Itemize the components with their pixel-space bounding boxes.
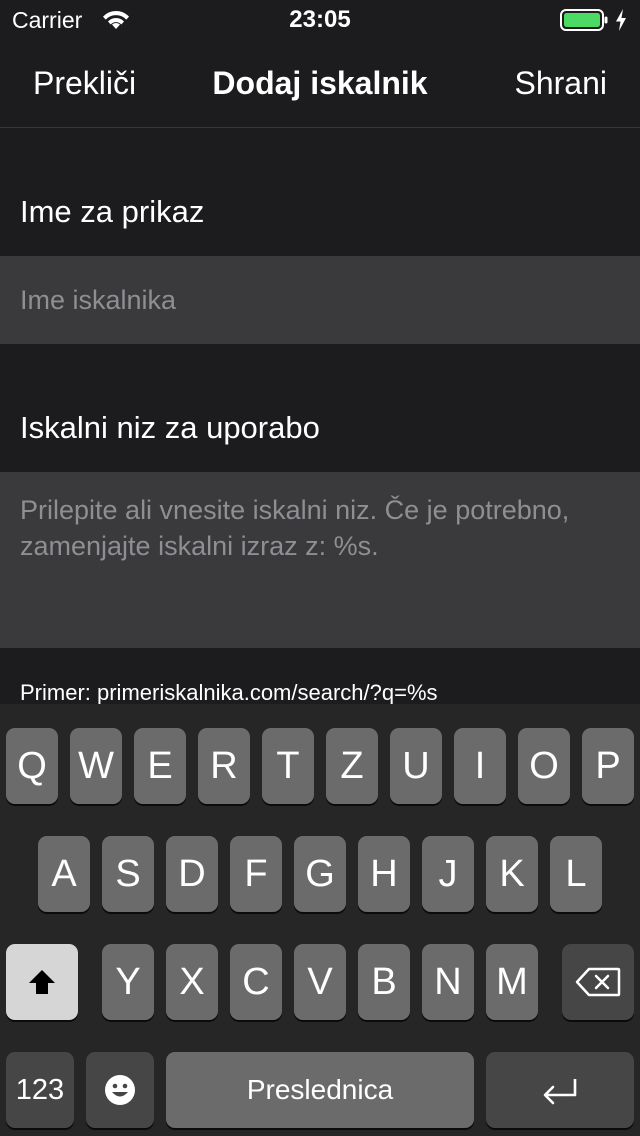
clock: 23:05	[289, 6, 351, 33]
save-button[interactable]: Shrani	[515, 65, 608, 102]
emoji-icon	[105, 1075, 135, 1105]
delete-key[interactable]	[562, 944, 634, 1020]
key-x[interactable]: X	[166, 944, 218, 1020]
key-f[interactable]: F	[230, 836, 282, 912]
backspace-icon	[575, 967, 621, 997]
key-z[interactable]: Z	[326, 728, 378, 804]
charging-bolt-icon	[616, 9, 626, 31]
key-n[interactable]: N	[422, 944, 474, 1020]
search-string-header: Iskalni niz za uporabo	[20, 410, 320, 445]
key-h[interactable]: H	[358, 836, 410, 912]
key-r[interactable]: R	[198, 728, 250, 804]
key-w[interactable]: W	[70, 728, 122, 804]
shift-icon	[29, 970, 55, 994]
key-t[interactable]: T	[262, 728, 314, 804]
keyboard: Q W E R T Z U I O P A S D F G H J K L Y …	[0, 704, 640, 1136]
key-q[interactable]: Q	[6, 728, 58, 804]
key-l[interactable]: L	[550, 836, 602, 912]
emoji-key[interactable]	[86, 1052, 154, 1128]
cancel-button[interactable]: Prekliči	[33, 65, 136, 102]
form-content: Ime za prikaz Ime iskalnika Iskalni niz …	[0, 129, 640, 704]
example-hint: Primer: primeriskalnika.com/search/?q=%s	[20, 680, 438, 704]
display-name-header: Ime za prikaz	[20, 194, 205, 229]
key-c[interactable]: C	[230, 944, 282, 1020]
key-p[interactable]: P	[582, 728, 634, 804]
return-key[interactable]	[486, 1052, 634, 1128]
space-key[interactable]: Preslednica	[166, 1052, 474, 1128]
key-d[interactable]: D	[166, 836, 218, 912]
return-icon	[543, 1079, 577, 1105]
key-o[interactable]: O	[518, 728, 570, 804]
key-y[interactable]: Y	[102, 944, 154, 1020]
battery-level	[564, 13, 600, 27]
key-u[interactable]: U	[390, 728, 442, 804]
numbers-key[interactable]: 123	[6, 1052, 74, 1128]
search-string-placeholder-line2: zamenjajte iskalni izraz z: %s.	[20, 531, 379, 561]
navigation-bar: Prekliči Dodaj iskalnik Shrani	[0, 40, 640, 128]
key-j[interactable]: J	[422, 836, 474, 912]
key-m[interactable]: M	[486, 944, 538, 1020]
key-a[interactable]: A	[38, 836, 90, 912]
battery-icon	[560, 9, 608, 31]
search-string-placeholder-line1: Prilepite ali vnesite iskalni niz. Če je…	[20, 495, 570, 525]
engine-name-input[interactable]: Ime iskalnika	[0, 256, 640, 344]
key-e[interactable]: E	[134, 728, 186, 804]
engine-name-placeholder: Ime iskalnika	[20, 285, 177, 315]
key-g[interactable]: G	[294, 836, 346, 912]
shift-key[interactable]	[6, 944, 78, 1020]
key-k[interactable]: K	[486, 836, 538, 912]
key-s[interactable]: S	[102, 836, 154, 912]
search-string-input[interactable]: Prilepite ali vnesite iskalni niz. Če je…	[0, 472, 640, 648]
key-b[interactable]: B	[358, 944, 410, 1020]
key-i[interactable]: I	[454, 728, 506, 804]
key-v[interactable]: V	[294, 944, 346, 1020]
status-bar: Carrier 23:05	[0, 0, 640, 40]
